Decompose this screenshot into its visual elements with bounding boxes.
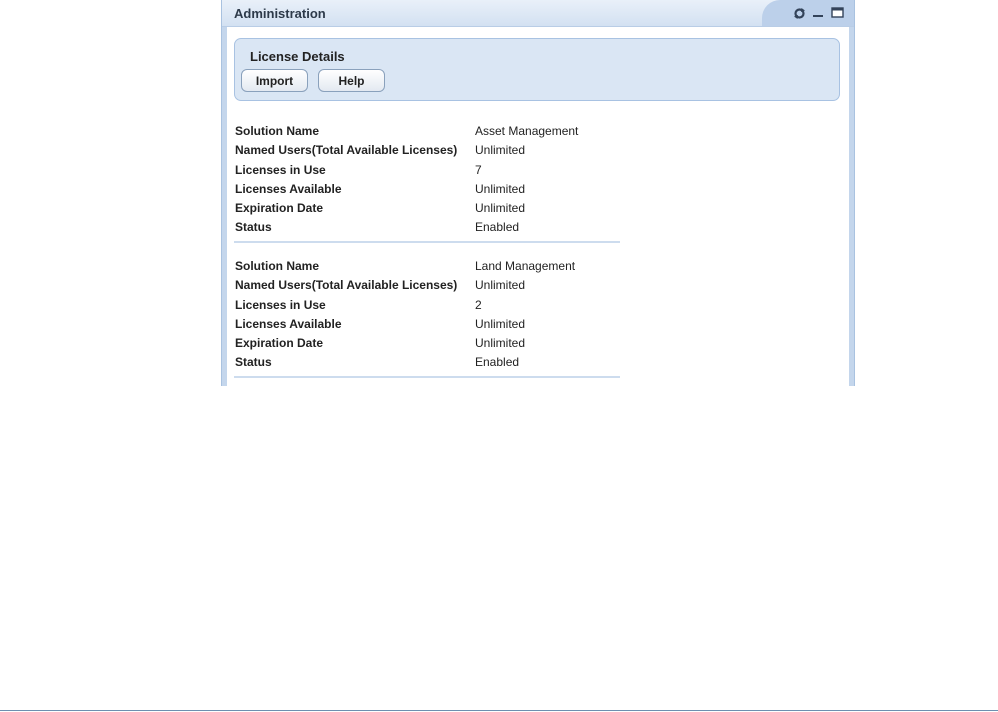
field-label: Solution Name	[235, 124, 320, 138]
field-value: 2	[475, 297, 482, 312]
field-label: Licenses Available	[235, 316, 342, 331]
help-button[interactable]: Help	[318, 69, 385, 92]
license-row: Expiration Date Unlimited	[234, 333, 620, 352]
license-row: Licenses in Use 7	[234, 160, 620, 179]
minimize-icon[interactable]	[811, 6, 825, 20]
field-value: Unlimited	[475, 201, 526, 216]
portlet-title: Administration	[234, 6, 326, 21]
license-group: Solution Name Asset Management Named Use…	[234, 121, 620, 243]
field-value: Asset Management	[475, 124, 579, 138]
field-value: Unlimited	[475, 143, 526, 158]
field-value: Land Management	[475, 259, 576, 273]
field-label: Licenses Available	[235, 181, 342, 196]
field-label: Solution Name	[235, 259, 320, 273]
license-row: Named Users(Total Available Licenses) Un…	[234, 275, 620, 294]
field-label: Status	[235, 355, 272, 370]
license-row: Licenses Available Unlimited	[234, 314, 620, 333]
license-row: Solution Name Asset Management	[234, 121, 620, 140]
field-value: Unlimited	[475, 278, 526, 293]
field-value: Unlimited	[475, 336, 526, 351]
section-title: License Details	[250, 49, 345, 64]
license-group: Solution Name Land Management Named User…	[234, 256, 620, 378]
maximize-icon[interactable]	[830, 6, 844, 20]
import-button[interactable]: Import	[241, 69, 308, 92]
administration-portlet: Administration License Details Import He…	[221, 0, 855, 386]
bottom-divider	[0, 710, 998, 711]
license-row: Solution Name Land Management	[234, 256, 620, 275]
portlet-body: License Details Import Help Solution Nam…	[227, 27, 849, 386]
field-value: 7	[475, 162, 482, 177]
license-details-panel: License Details Import Help	[234, 38, 840, 101]
portlet-header: Administration	[222, 0, 854, 27]
refresh-icon[interactable]	[792, 6, 806, 20]
license-row: Licenses in Use 2	[234, 295, 620, 314]
license-row: Licenses Available Unlimited	[234, 179, 620, 198]
page: Administration License Details Import He…	[0, 0, 998, 712]
field-value: Enabled	[475, 220, 520, 235]
license-row: Expiration Date Unlimited	[234, 198, 620, 217]
header-icons	[792, 6, 844, 20]
license-row: Status Enabled	[234, 217, 620, 236]
field-value: Unlimited	[475, 181, 526, 196]
field-label: Licenses in Use	[235, 297, 326, 312]
field-value: Unlimited	[475, 316, 526, 331]
field-label: Named Users(Total Available Licenses)	[235, 143, 458, 158]
field-label: Named Users(Total Available Licenses)	[235, 278, 458, 293]
field-label: Expiration Date	[235, 201, 324, 216]
license-row: Named Users(Total Available Licenses) Un…	[234, 140, 620, 159]
field-label: Expiration Date	[235, 336, 324, 351]
license-row: Status Enabled	[234, 352, 620, 371]
field-value: Enabled	[475, 355, 520, 370]
field-label: Licenses in Use	[235, 162, 326, 177]
field-label: Status	[235, 220, 272, 235]
